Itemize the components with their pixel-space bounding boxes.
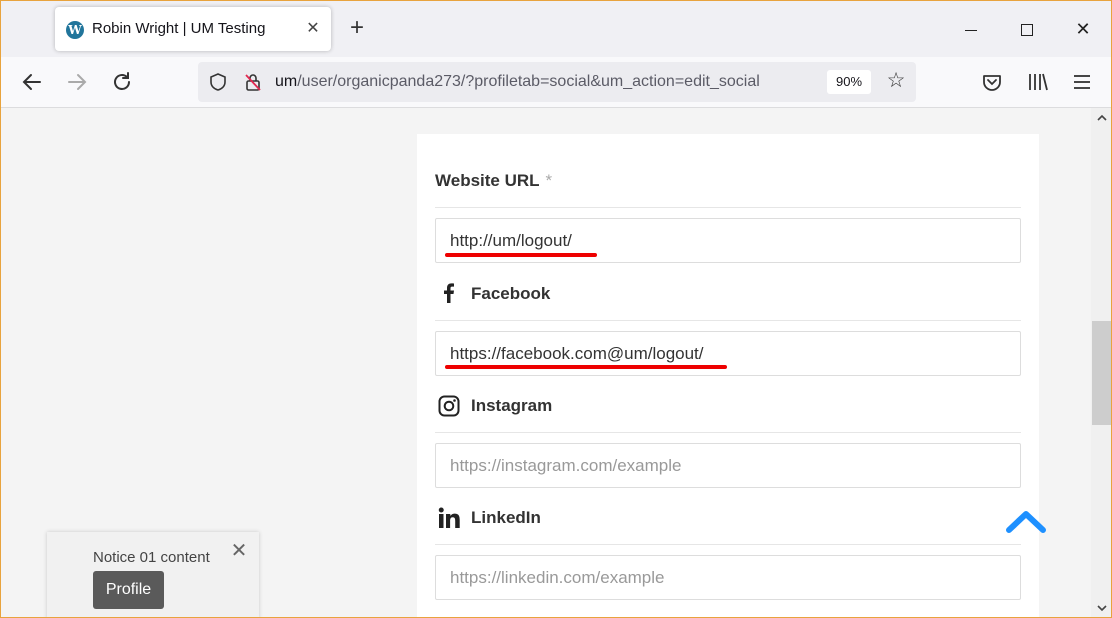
wordpress-icon: W [66, 21, 84, 39]
required-mark: * [545, 171, 553, 190]
maximize-icon [1021, 24, 1033, 37]
tracking-shield-icon[interactable] [208, 72, 228, 92]
divider [435, 207, 1021, 208]
maximize-button[interactable] [1012, 15, 1042, 43]
hamburger-menu-icon[interactable] [1069, 69, 1095, 95]
notice-close-icon[interactable]: ✕ [229, 541, 249, 561]
scroll-up-arrow-icon[interactable] [1096, 112, 1108, 124]
bookmark-star-icon[interactable]: ☆ [884, 69, 908, 93]
website-url-label-text: Website URL [435, 171, 540, 190]
back-button[interactable] [19, 69, 45, 95]
linkedin-input[interactable] [435, 555, 1021, 600]
close-window-button[interactable]: ✕ [1068, 15, 1098, 43]
divider [435, 320, 1021, 321]
tab-bar: W Robin Wright | UM Testing ✕ + ✕ [1, 1, 1111, 57]
notice-popup: Notice 01 content ✕ Profile [47, 532, 259, 617]
new-tab-button[interactable]: + [344, 15, 370, 41]
url-path: /user/organicpanda273/?profiletab=social… [297, 73, 760, 90]
address-bar[interactable]: um/user/organicpanda273/?profiletab=soci… [198, 62, 916, 102]
browser-window: W Robin Wright | UM Testing ✕ + ✕ um/use… [0, 0, 1112, 618]
annotation-underline [445, 253, 597, 257]
annotation-underline [445, 365, 727, 369]
back-to-top-icon[interactable] [1005, 507, 1047, 535]
tab-close-icon[interactable]: ✕ [303, 19, 323, 39]
profile-button[interactable]: Profile [93, 571, 164, 609]
scroll-down-arrow-icon[interactable] [1096, 602, 1108, 614]
reload-button[interactable] [109, 69, 135, 95]
insecure-lock-icon[interactable] [243, 72, 263, 92]
zoom-level-badge[interactable]: 90% [827, 70, 871, 94]
notice-text: Notice 01 content [93, 549, 210, 566]
forward-arrow-icon [68, 74, 87, 90]
facebook-input[interactable] [435, 331, 1021, 376]
linkedin-icon [438, 507, 460, 528]
minimize-icon [965, 29, 977, 31]
scrollbar-thumb[interactable] [1092, 321, 1111, 425]
minimize-button[interactable] [956, 15, 986, 43]
divider [435, 432, 1021, 433]
page-scrollbar[interactable] [1091, 108, 1111, 617]
instagram-input[interactable] [435, 443, 1021, 488]
browser-tab[interactable]: W Robin Wright | UM Testing ✕ [55, 7, 331, 51]
linkedin-label: LinkedIn [471, 508, 541, 527]
url-host: um [275, 73, 298, 90]
url-text[interactable]: um/user/organicpanda273/?profiletab=soci… [275, 73, 760, 91]
instagram-icon [438, 395, 460, 417]
back-arrow-icon [22, 74, 41, 90]
navigation-bar: um/user/organicpanda273/?profiletab=soci… [1, 57, 1111, 108]
instagram-label: Instagram [471, 396, 553, 415]
library-icon[interactable] [1025, 69, 1051, 95]
facebook-icon [444, 283, 454, 303]
facebook-label: Facebook [471, 284, 551, 303]
pocket-icon[interactable] [979, 69, 1005, 95]
tab-title: Robin Wright | UM Testing [92, 20, 266, 37]
forward-button[interactable] [64, 69, 90, 95]
divider [435, 544, 1021, 545]
reload-icon [114, 72, 130, 90]
website-url-label: Website URL * [435, 171, 552, 191]
social-profile-form: Website URL * Facebook Instagram LinkedIn [417, 134, 1039, 617]
